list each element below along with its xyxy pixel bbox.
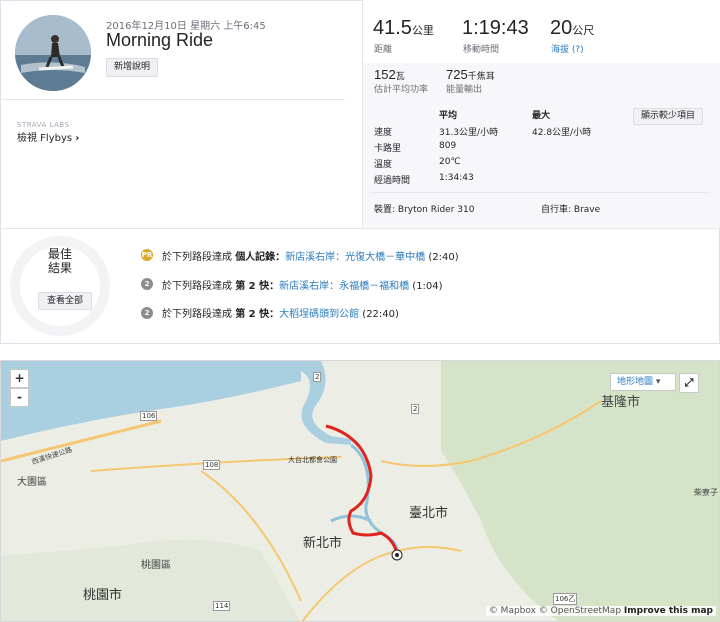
show-less-button[interactable]: 顯示較少項目 (633, 108, 703, 125)
map-attribution: © Mapbox © OpenStreetMap Improve this ma… (485, 606, 716, 616)
activity-title: Morning Ride (106, 30, 214, 50)
add-description-button[interactable]: 新增說明 (106, 58, 158, 77)
road-shield: 2 (313, 372, 322, 382)
bike-label: 自行車: Brave (541, 205, 601, 215)
second-medal-icon: 2 (141, 278, 153, 290)
map-label-taoyuan-district: 桃園區 (141, 560, 171, 571)
pr-medal-icon: PR (141, 249, 153, 261)
zoom-in-button[interactable]: + (10, 369, 29, 388)
road-shield: 106乙 (553, 593, 578, 605)
table-row-avg: 1:34:43 (439, 173, 474, 183)
device-label: 裝置: Bryton Rider 310 (374, 205, 475, 215)
power-label: 估計平均功率 (374, 85, 429, 95)
route-map[interactable]: 基隆市 臺北市 新北市 桃園市 桃園區 大園區 大台北都會公園 西濱快速公路 1… (0, 360, 720, 622)
achievement-item: 於下列路段達成 個人記錄：新店溪右岸：光復大橋－華中橋 (2:40) (162, 252, 459, 263)
segment-link[interactable]: 大稻埕碼頭到公館 (279, 309, 359, 320)
col-max-header: 最大 (532, 111, 551, 121)
improve-map-link[interactable]: Improve this map (624, 606, 713, 616)
distance-label: 距離 (374, 45, 393, 55)
map-label-new-taipei: 新北市 (303, 536, 343, 551)
power-value: 152瓦 (374, 67, 405, 82)
map-label-park: 大台北都會公園 (288, 456, 337, 464)
second-medal-icon: 2 (141, 307, 153, 319)
elevation-value: 20公尺 (550, 17, 595, 39)
col-avg-header: 平均 (439, 111, 458, 121)
table-row-avg: 809 (439, 141, 457, 151)
caret-down-icon: ▾ (655, 377, 661, 387)
energy-label: 能量輸出 (446, 85, 483, 95)
view-flybys-label: 檢視 Flybys (17, 133, 73, 144)
map-label-keelung: 基隆市 (601, 395, 641, 410)
divider (370, 192, 710, 193)
map-label-taipei: 臺北市 (409, 506, 449, 521)
best-results-title: 最佳 結果 (48, 247, 73, 275)
zoom-out-button[interactable]: - (10, 388, 29, 407)
map-label-dayuan: 大園區 (17, 477, 47, 488)
segment-link[interactable]: 新店溪右岸：永福橋－福和橋 (279, 281, 409, 292)
moving-time-value: 1:19:43 (462, 17, 529, 39)
elevation-help-link[interactable]: 海拔 (?) (551, 42, 584, 55)
activity-summary: 2016年12月10日 星期六 上午6:45 Morning Ride 新增說明… (0, 0, 362, 228)
table-row-avg: 20℃ (439, 157, 461, 167)
table-row-max: 42.8公里/小時 (532, 128, 592, 138)
avatar[interactable] (15, 15, 91, 91)
road-shield: 106 (140, 411, 158, 421)
view-flybys-link[interactable]: 檢視 Flybys › (17, 129, 79, 144)
table-row-label: 溫度 (374, 160, 393, 170)
energy-value: 725千焦耳 (446, 67, 495, 82)
map-label-taoyuan-city: 桃園市 (83, 588, 123, 603)
segment-link[interactable]: 新店溪右岸：光復大橋－華中橋 (285, 252, 425, 263)
chevron-right-icon: › (75, 133, 80, 144)
table-row-avg: 31.3公里/小時 (439, 128, 499, 138)
road-shield: 108 (203, 460, 221, 470)
achievement-item: 於下列路段達成 第 2 快：大稻埕碼頭到公館 (22:40) (162, 309, 399, 320)
table-row-label: 卡路里 (374, 144, 402, 154)
road-shield: 2 (411, 404, 420, 414)
table-row-label: 速度 (374, 128, 393, 138)
road-shield: 114 (213, 601, 231, 611)
map-label-east: 柴寮子 (694, 488, 718, 497)
view-all-button[interactable]: 查看全部 (38, 292, 92, 310)
map-type-select[interactable]: 地形地圖 ▾ (610, 373, 676, 391)
moving-time-label: 移動時間 (463, 45, 500, 55)
achievement-item: 於下列路段達成 第 2 快：新店溪右岸：永福橋－福和橋 (1:04) (162, 281, 443, 292)
map-type-label: 地形地圖 (617, 377, 654, 387)
distance-value: 41.5公里 (373, 17, 434, 39)
fullscreen-icon[interactable]: ⤢ (679, 373, 699, 393)
strava-labs-label: STRAVA LABS (17, 121, 70, 129)
table-row-label: 經過時間 (374, 176, 411, 186)
divider (0, 99, 345, 100)
